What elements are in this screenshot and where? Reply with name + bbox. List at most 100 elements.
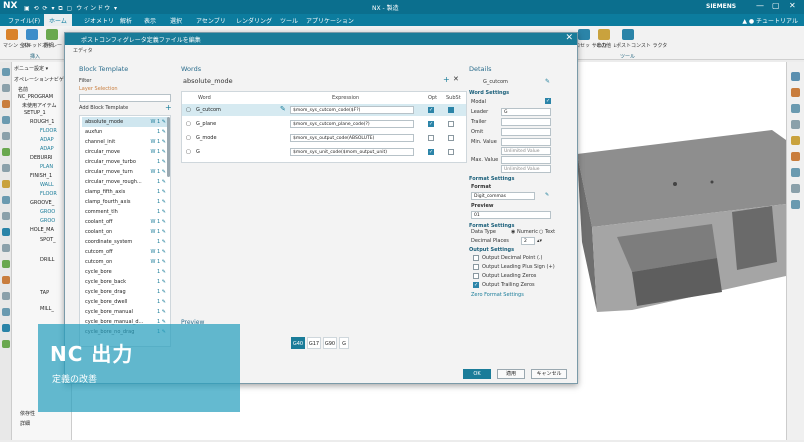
numeric-radio[interactable]: ◉ Numeric <box>511 229 538 235</box>
dialog-titlebar[interactable]: ポストコンフィグレータ定義ファイルを編集 ✕ <box>65 33 577 45</box>
modal-checkbox[interactable]: ✓ <box>545 98 551 104</box>
tree-item[interactable]: DRILL <box>40 257 54 263</box>
preview-token[interactable]: G17 <box>307 337 321 349</box>
decimal-stepper[interactable]: ▴▾ <box>537 238 542 244</box>
list-item[interactable]: cycle_bore_manual 1 ✎ <box>82 307 168 317</box>
menu-select[interactable]: 選択 <box>170 16 182 25</box>
preview-token[interactable]: G40 <box>291 337 305 349</box>
tree-item[interactable]: FLOOR <box>40 191 57 197</box>
history-icon[interactable] <box>2 132 10 140</box>
list-item[interactable]: clamp_fifth_axis 1 ✎ <box>82 187 168 197</box>
nav-filter[interactable]: ボニュー設定 ▾ <box>14 65 48 72</box>
list-item[interactable]: cycle_bore_dwell 1 ✎ <box>82 297 168 307</box>
list-item[interactable]: auxfun 1 ✎ <box>82 127 168 137</box>
nav-details[interactable]: 詳細 <box>20 420 30 427</box>
subst-checkbox[interactable] <box>448 149 454 155</box>
list-item[interactable]: circular_move W 1 ✎ <box>82 147 168 157</box>
list-item[interactable]: coordinate_system 1 ✎ <box>82 237 168 247</box>
expression-input[interactable]: $mom_sys_cutcom_plane_code(?) <box>290 120 414 128</box>
globe-icon[interactable] <box>2 308 10 316</box>
tree-item[interactable]: GROO <box>40 218 55 224</box>
web-icon[interactable] <box>2 164 10 172</box>
maximize-button[interactable]: ▢ <box>772 1 780 10</box>
tree-item[interactable]: MILL_ <box>40 306 54 312</box>
list-item[interactable]: circular_move_turbo 1 ✎ <box>82 157 168 167</box>
tree-item[interactable]: HOLE_MA <box>30 227 54 233</box>
settings-icon[interactable] <box>2 324 10 332</box>
tool-icon[interactable] <box>791 168 800 177</box>
opt-checkbox[interactable] <box>428 135 434 141</box>
machine-nav-icon[interactable] <box>2 116 10 124</box>
rename-icon[interactable]: ✎ <box>545 78 550 85</box>
menu-geometry[interactable]: ジオメトリ <box>84 16 114 25</box>
palette-icon[interactable] <box>2 180 10 188</box>
output-plus-checkbox[interactable] <box>473 264 479 270</box>
operation-nav-icon[interactable] <box>2 100 10 108</box>
post-constructor-icon[interactable] <box>622 29 634 40</box>
delete-word-icon[interactable]: ✕ <box>453 75 459 83</box>
list-item[interactable]: coolant_off W 1 ✎ <box>82 217 168 227</box>
subst-checkbox[interactable] <box>448 107 454 113</box>
menu-file[interactable]: ファイル(F) <box>8 16 40 25</box>
opt-checkbox[interactable]: ✓ <box>428 149 434 155</box>
list-item[interactable]: cutcom_on W 1 ✎ <box>82 257 168 267</box>
system-icon[interactable] <box>2 212 10 220</box>
list-item[interactable]: coolant_on W 1 ✎ <box>82 227 168 237</box>
output-decimal-checkbox[interactable] <box>473 255 479 261</box>
section-icon[interactable] <box>791 136 800 145</box>
format-select[interactable]: Digit_commas <box>471 192 535 200</box>
list-item[interactable]: channel_init W 1 ✎ <box>82 137 168 147</box>
list-item[interactable]: comment_tlh 1 ✎ <box>82 207 168 217</box>
list-scrollbar[interactable] <box>167 117 170 177</box>
trailer-input[interactable] <box>501 118 551 126</box>
library-icon[interactable] <box>2 148 10 156</box>
machine-icon[interactable] <box>6 29 18 40</box>
menu-view[interactable]: 表示 <box>144 16 156 25</box>
fit-icon[interactable] <box>791 104 800 113</box>
nav-col-name[interactable]: 名前 <box>18 86 28 93</box>
part-nav-icon[interactable] <box>2 68 10 76</box>
hd3d-icon[interactable] <box>2 260 10 268</box>
skid-icon[interactable] <box>26 29 38 40</box>
tree-item[interactable]: 未使用アイテム <box>22 102 57 109</box>
tree-item[interactable]: FLOOR <box>40 128 57 134</box>
expression-input[interactable]: $mom_sys_cutcom_code($F?) <box>290 106 414 114</box>
view-icon[interactable] <box>791 72 800 81</box>
list-item[interactable]: clamp_fourth_axis 1 ✎ <box>82 197 168 207</box>
max-unlimited-select[interactable]: Unlimited Value <box>501 165 551 173</box>
tree-item[interactable]: ADAP <box>40 146 54 152</box>
menu-assembly[interactable]: アセンブリ <box>196 16 226 25</box>
role-icon[interactable] <box>2 196 10 204</box>
minimize-button[interactable]: — <box>756 1 764 10</box>
menu-home[interactable]: ホーム <box>44 14 72 26</box>
tree-item[interactable]: ADAP <box>40 137 54 143</box>
tree-item[interactable]: TAP <box>40 290 49 296</box>
min-value-input[interactable] <box>501 138 551 146</box>
list-item[interactable]: absolute_mode W 1 ✎ <box>82 117 168 127</box>
list-item[interactable]: circular_move_turn W 1 ✎ <box>82 167 168 177</box>
tree-item[interactable]: GROO <box>40 209 55 215</box>
menu-application[interactable]: アプリケーション <box>306 16 354 25</box>
visual-icon[interactable] <box>2 276 10 284</box>
tree-item[interactable]: SPOT_ <box>40 237 56 243</box>
close-button[interactable]: ✕ <box>789 1 796 10</box>
cancel-button[interactable]: キャンセル <box>531 369 567 379</box>
search-tutorial[interactable]: ▲ ● チュートリアル <box>742 16 798 25</box>
opt-checkbox[interactable]: ✓ <box>428 121 434 127</box>
operation-icon[interactable] <box>46 29 58 40</box>
tree-item[interactable]: DEBURRI <box>30 155 53 161</box>
text-radio[interactable]: ○ Text <box>539 229 555 235</box>
process-icon[interactable] <box>2 228 10 236</box>
tree-item[interactable]: GROOVE_ <box>30 200 54 206</box>
tree-item[interactable]: NC_PROGRAM <box>18 94 53 100</box>
expression-icon[interactable]: ✎ <box>280 105 286 113</box>
decimal-places-input[interactable]: 2 <box>521 237 535 245</box>
nav-dependencies[interactable]: 依存性 <box>20 410 35 417</box>
list-item[interactable]: cycle_bore_drag 1 ✎ <box>82 287 168 297</box>
quick-access-toolbar[interactable]: ▣ ⟲ ⟳ ▾ ⧉ ▢ ウィンドウ ▾ <box>24 3 118 13</box>
layer-icon[interactable] <box>791 152 800 161</box>
output-trailing-zeros-checkbox[interactable]: ✓ <box>473 282 479 288</box>
kb-icon[interactable] <box>2 340 10 348</box>
menu-tools[interactable]: ツール <box>280 16 298 25</box>
tree-item[interactable]: ROUGH_1 <box>30 119 54 125</box>
